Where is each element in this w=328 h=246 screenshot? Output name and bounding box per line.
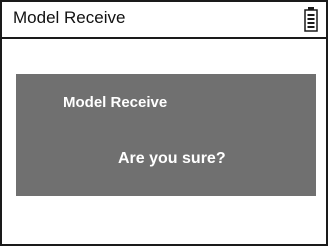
- dialog-title: Model Receive: [63, 94, 168, 111]
- battery-icon: [304, 7, 318, 32]
- screen-title: Model Receive: [13, 8, 126, 27]
- confirmation-dialog: Model Receive Are you sure?: [16, 74, 316, 196]
- title-bar: Model Receive: [2, 2, 326, 39]
- dialog-message: Are you sure?: [118, 150, 226, 167]
- device-screen: Model Receive Model Receive Are you sure…: [0, 0, 328, 246]
